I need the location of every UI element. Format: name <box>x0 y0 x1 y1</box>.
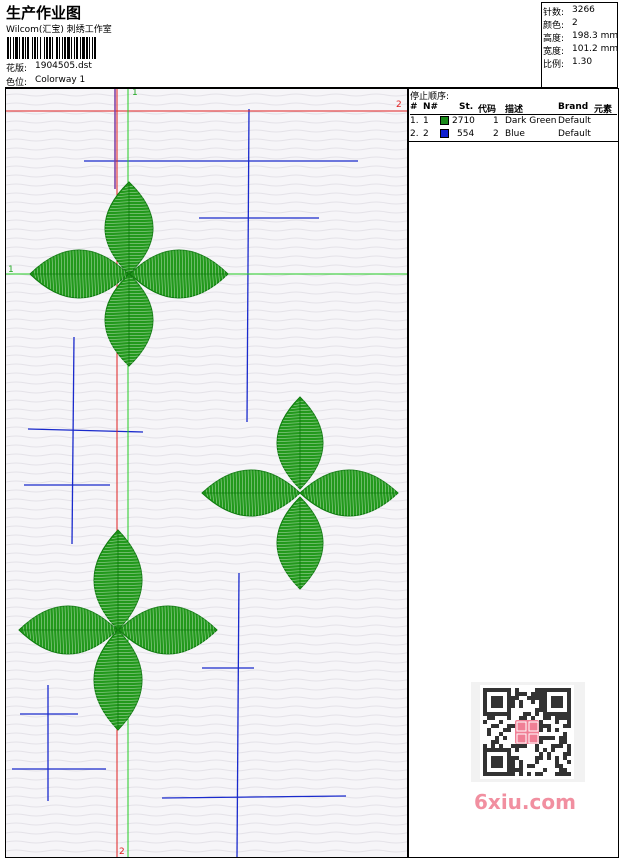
row1-desc: Dark Green <box>505 116 557 126</box>
row1-color-swatch <box>440 116 449 125</box>
guide-marker-v2: 2 <box>119 847 125 857</box>
qr-code-icon <box>480 685 574 779</box>
row1-st: 2710 <box>452 116 475 126</box>
row2-color-swatch <box>440 129 449 138</box>
row1-n: 1 <box>423 116 429 126</box>
row2-n: 2 <box>423 129 429 139</box>
header-underline <box>410 114 617 115</box>
row1-brand: Default <box>558 116 591 126</box>
watermark-logo: 6xiu.com <box>474 790 576 814</box>
stat-value: 101.2 mm <box>572 44 619 54</box>
stat-label: 颜色: <box>543 21 565 31</box>
stat-value: 198.3 mm <box>572 31 619 41</box>
production-sheet: 生产作业图 Wilcom(汇宝) 刺绣工作室 花版: 1904505.dst 色… <box>0 0 620 861</box>
col-st: St. <box>459 102 474 112</box>
stop-sequence-divider <box>408 141 619 142</box>
row2-desc: Blue <box>505 129 525 139</box>
row2-code: 2 <box>493 129 499 139</box>
guide-marker-v1: 1 <box>132 88 138 98</box>
design-canvas: 1 1 2 2 <box>5 88 408 858</box>
barcode <box>7 37 96 59</box>
stat-label: 比例: <box>543 60 565 70</box>
design-label: 花版: <box>6 64 28 74</box>
col-n: N# <box>423 102 439 112</box>
row1-code: 1 <box>493 116 499 126</box>
stat-value: 3266 <box>572 5 595 15</box>
qr-code-area <box>471 682 585 782</box>
stat-label: 宽度: <box>543 47 565 57</box>
design-value: 1904505.dst <box>35 61 92 71</box>
col-brand: Brand <box>558 102 589 112</box>
stop-sequence-title: 停止顺序: <box>410 92 450 102</box>
embroidery-design <box>6 89 407 857</box>
stat-label: 针数: <box>543 8 565 18</box>
row2-st: 554 <box>457 129 475 139</box>
row2-num: 2. <box>410 129 419 139</box>
company-name: Wilcom(汇宝) 刺绣工作室 <box>6 25 112 35</box>
stat-value: 2 <box>572 18 578 28</box>
colorway-value: Colorway 1 <box>35 75 86 85</box>
sheet-title: 生产作业图 <box>6 4 82 22</box>
row1-num: 1. <box>410 116 419 126</box>
row2-brand: Default <box>558 129 591 139</box>
guide-marker-h1: 1 <box>8 265 14 275</box>
stat-value: 1.30 <box>572 57 593 67</box>
col-num: # <box>410 102 418 112</box>
stat-label: 高度: <box>543 34 565 44</box>
guide-marker-h2: 2 <box>396 100 402 110</box>
